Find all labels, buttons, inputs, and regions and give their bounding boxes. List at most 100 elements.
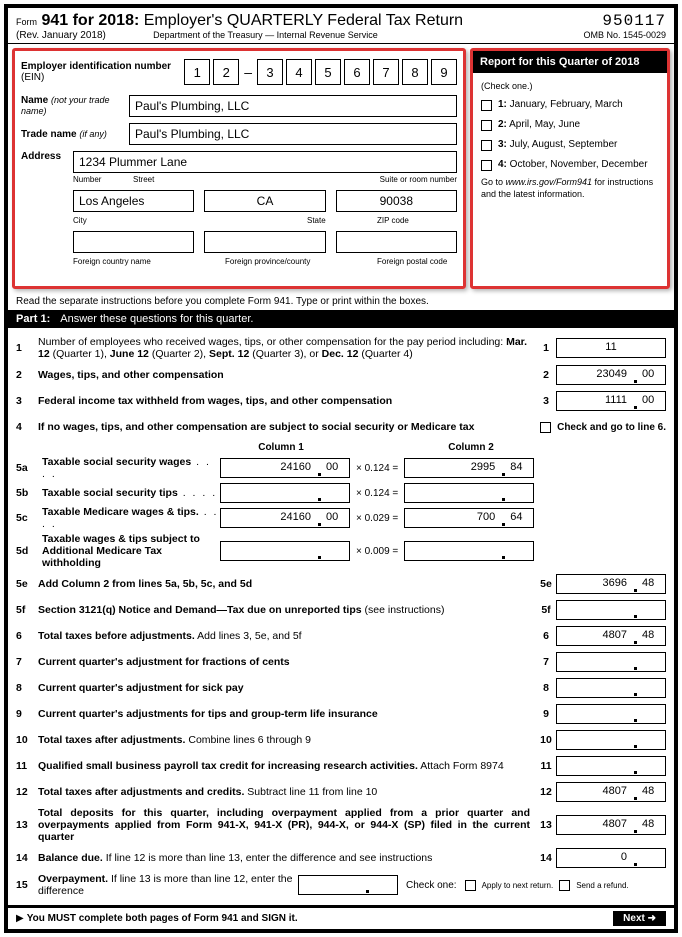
- line5d-col1[interactable]: [220, 541, 350, 561]
- line14-bn: 14: [536, 852, 556, 864]
- line5a-num: 5a: [16, 462, 42, 474]
- line15-value[interactable]: [298, 875, 398, 895]
- line5a-text: Taxable social security wages: [42, 456, 191, 468]
- line11-bn: 11: [536, 760, 556, 772]
- form-title-text: Employer's QUARTERLY Federal Tax Return: [144, 12, 463, 29]
- line5a-col1[interactable]: 2416000: [220, 458, 350, 478]
- foreign-postal-field[interactable]: [336, 231, 457, 253]
- dept-text: Department of the Treasury — Internal Re…: [153, 30, 378, 40]
- q3-checkbox[interactable]: [481, 140, 492, 151]
- employer-info-box: Employer identification number (EIN) 1 2…: [12, 48, 466, 289]
- apply-next-checkbox[interactable]: [465, 880, 476, 891]
- street-field[interactable]: 1234 Plummer Lane: [73, 151, 457, 173]
- line2-text: Wages, tips, and other compensation: [38, 369, 224, 381]
- line5c-num: 5c: [16, 512, 42, 524]
- trade-field[interactable]: Paul's Plumbing, LLC: [129, 123, 457, 145]
- ein-digit-5[interactable]: 5: [315, 59, 341, 85]
- foreign-country-field[interactable]: [73, 231, 194, 253]
- line5b-text: Taxable social security tips: [42, 487, 178, 499]
- sequence-number: 950117: [583, 12, 666, 30]
- line13-text: Total deposits for this quarter, includi…: [38, 807, 530, 843]
- line5c-mult: × 0.029 =: [356, 513, 398, 524]
- line13-num: 13: [16, 819, 38, 831]
- ein-digit-2[interactable]: 2: [213, 59, 239, 85]
- line9-num: 9: [16, 708, 38, 720]
- line5d-num: 5d: [16, 545, 42, 557]
- line11-value[interactable]: [556, 756, 666, 776]
- line3-text: Federal income tax withheld from wages, …: [38, 395, 392, 407]
- fc-sublabel: Foreign country name: [73, 257, 215, 266]
- line5f-value[interactable]: [556, 600, 666, 620]
- line13-value[interactable]: 480748: [556, 815, 666, 835]
- line11-text: Qualified small business payroll tax cre…: [38, 760, 418, 772]
- q2-checkbox[interactable]: [481, 120, 492, 131]
- line5a-col2[interactable]: 299584: [404, 458, 534, 478]
- line5b-col1[interactable]: [220, 483, 350, 503]
- line5f-num: 5f: [16, 604, 38, 616]
- line5c-col2[interactable]: 70064: [404, 508, 534, 528]
- line1-num: 1: [16, 342, 38, 354]
- line15-num: 15: [16, 879, 38, 891]
- line2-bn: 2: [536, 369, 556, 381]
- q1-checkbox[interactable]: [481, 100, 492, 111]
- form-header: Form 941 for 2018: Employer's QUARTERLY …: [8, 8, 674, 44]
- line5c-col1[interactable]: 2416000: [220, 508, 350, 528]
- line7-text: Current quarter's adjustment for fractio…: [38, 656, 290, 668]
- state-field[interactable]: CA: [204, 190, 325, 212]
- line11-num: 11: [16, 760, 38, 772]
- zip-field[interactable]: 90038: [336, 190, 457, 212]
- line5b-col2[interactable]: [404, 483, 534, 503]
- city-field[interactable]: Los Angeles: [73, 190, 194, 212]
- line5d-col2[interactable]: [404, 541, 534, 561]
- line3-value[interactable]: 111100: [556, 391, 666, 411]
- line5d-mult: × 0.009 =: [356, 546, 398, 557]
- line9-value[interactable]: [556, 704, 666, 724]
- form-number: 941 for 2018:: [41, 12, 139, 29]
- ein-digit-7[interactable]: 7: [373, 59, 399, 85]
- line5a-mult: × 0.124 =: [356, 463, 398, 474]
- next-button[interactable]: Next ➜: [613, 911, 666, 926]
- address-label: Address: [21, 151, 61, 162]
- line10-num: 10: [16, 734, 38, 746]
- line6-num: 6: [16, 630, 38, 642]
- name-field[interactable]: Paul's Plumbing, LLC: [129, 95, 457, 117]
- ein-digit-8[interactable]: 8: [402, 59, 428, 85]
- q4-checkbox[interactable]: [481, 160, 492, 171]
- line1-text: Number of employees who received wages, …: [38, 336, 536, 360]
- line10-value[interactable]: [556, 730, 666, 750]
- line5f-text: Section 3121(q) Notice and Demand—Tax du…: [38, 604, 362, 616]
- line6-value[interactable]: 480748: [556, 626, 666, 646]
- line8-value[interactable]: [556, 678, 666, 698]
- line1-value[interactable]: 11: [556, 338, 666, 358]
- check-one-label: Check one:: [406, 880, 457, 891]
- ein-digit-6[interactable]: 6: [344, 59, 370, 85]
- line7-bn: 7: [536, 656, 556, 668]
- foreign-province-field[interactable]: [204, 231, 325, 253]
- ein-digit-4[interactable]: 4: [286, 59, 312, 85]
- line4-checkbox[interactable]: [540, 422, 551, 433]
- fz-sublabel: Foreign postal code: [377, 257, 457, 266]
- line5e-value[interactable]: 369648: [556, 574, 666, 594]
- line2-value[interactable]: 2304900: [556, 365, 666, 385]
- form-label: Form: [16, 17, 37, 27]
- line3-bn: 3: [536, 395, 556, 407]
- line14-value[interactable]: 0: [556, 848, 666, 868]
- part1-bar: Part 1: Answer these questions for this …: [8, 310, 674, 328]
- line3-num: 3: [16, 395, 38, 407]
- line7-value[interactable]: [556, 652, 666, 672]
- omb-number: OMB No. 1545-0029: [583, 30, 666, 40]
- refund-checkbox[interactable]: [559, 880, 570, 891]
- col2-hdr: Column 2: [406, 442, 536, 453]
- line10-text: Total taxes after adjustments.: [38, 734, 185, 746]
- line5c-text: Taxable Medicare wages & tips.: [42, 506, 199, 518]
- page-footer: ▶You MUST complete both pages of Form 94…: [8, 905, 674, 929]
- ein-digit-9[interactable]: 9: [431, 59, 457, 85]
- line14-text: Balance due.: [38, 852, 103, 864]
- line6-text: Total taxes before adjustments.: [38, 630, 195, 642]
- line9-bn: 9: [536, 708, 556, 720]
- ein-digit-3[interactable]: 3: [257, 59, 283, 85]
- line12-value[interactable]: 480748: [556, 782, 666, 802]
- line4-chk-label: Check and go to line 6.: [557, 422, 666, 433]
- ein-digit-1[interactable]: 1: [184, 59, 210, 85]
- suite-sublabel: Suite or room number: [380, 175, 457, 184]
